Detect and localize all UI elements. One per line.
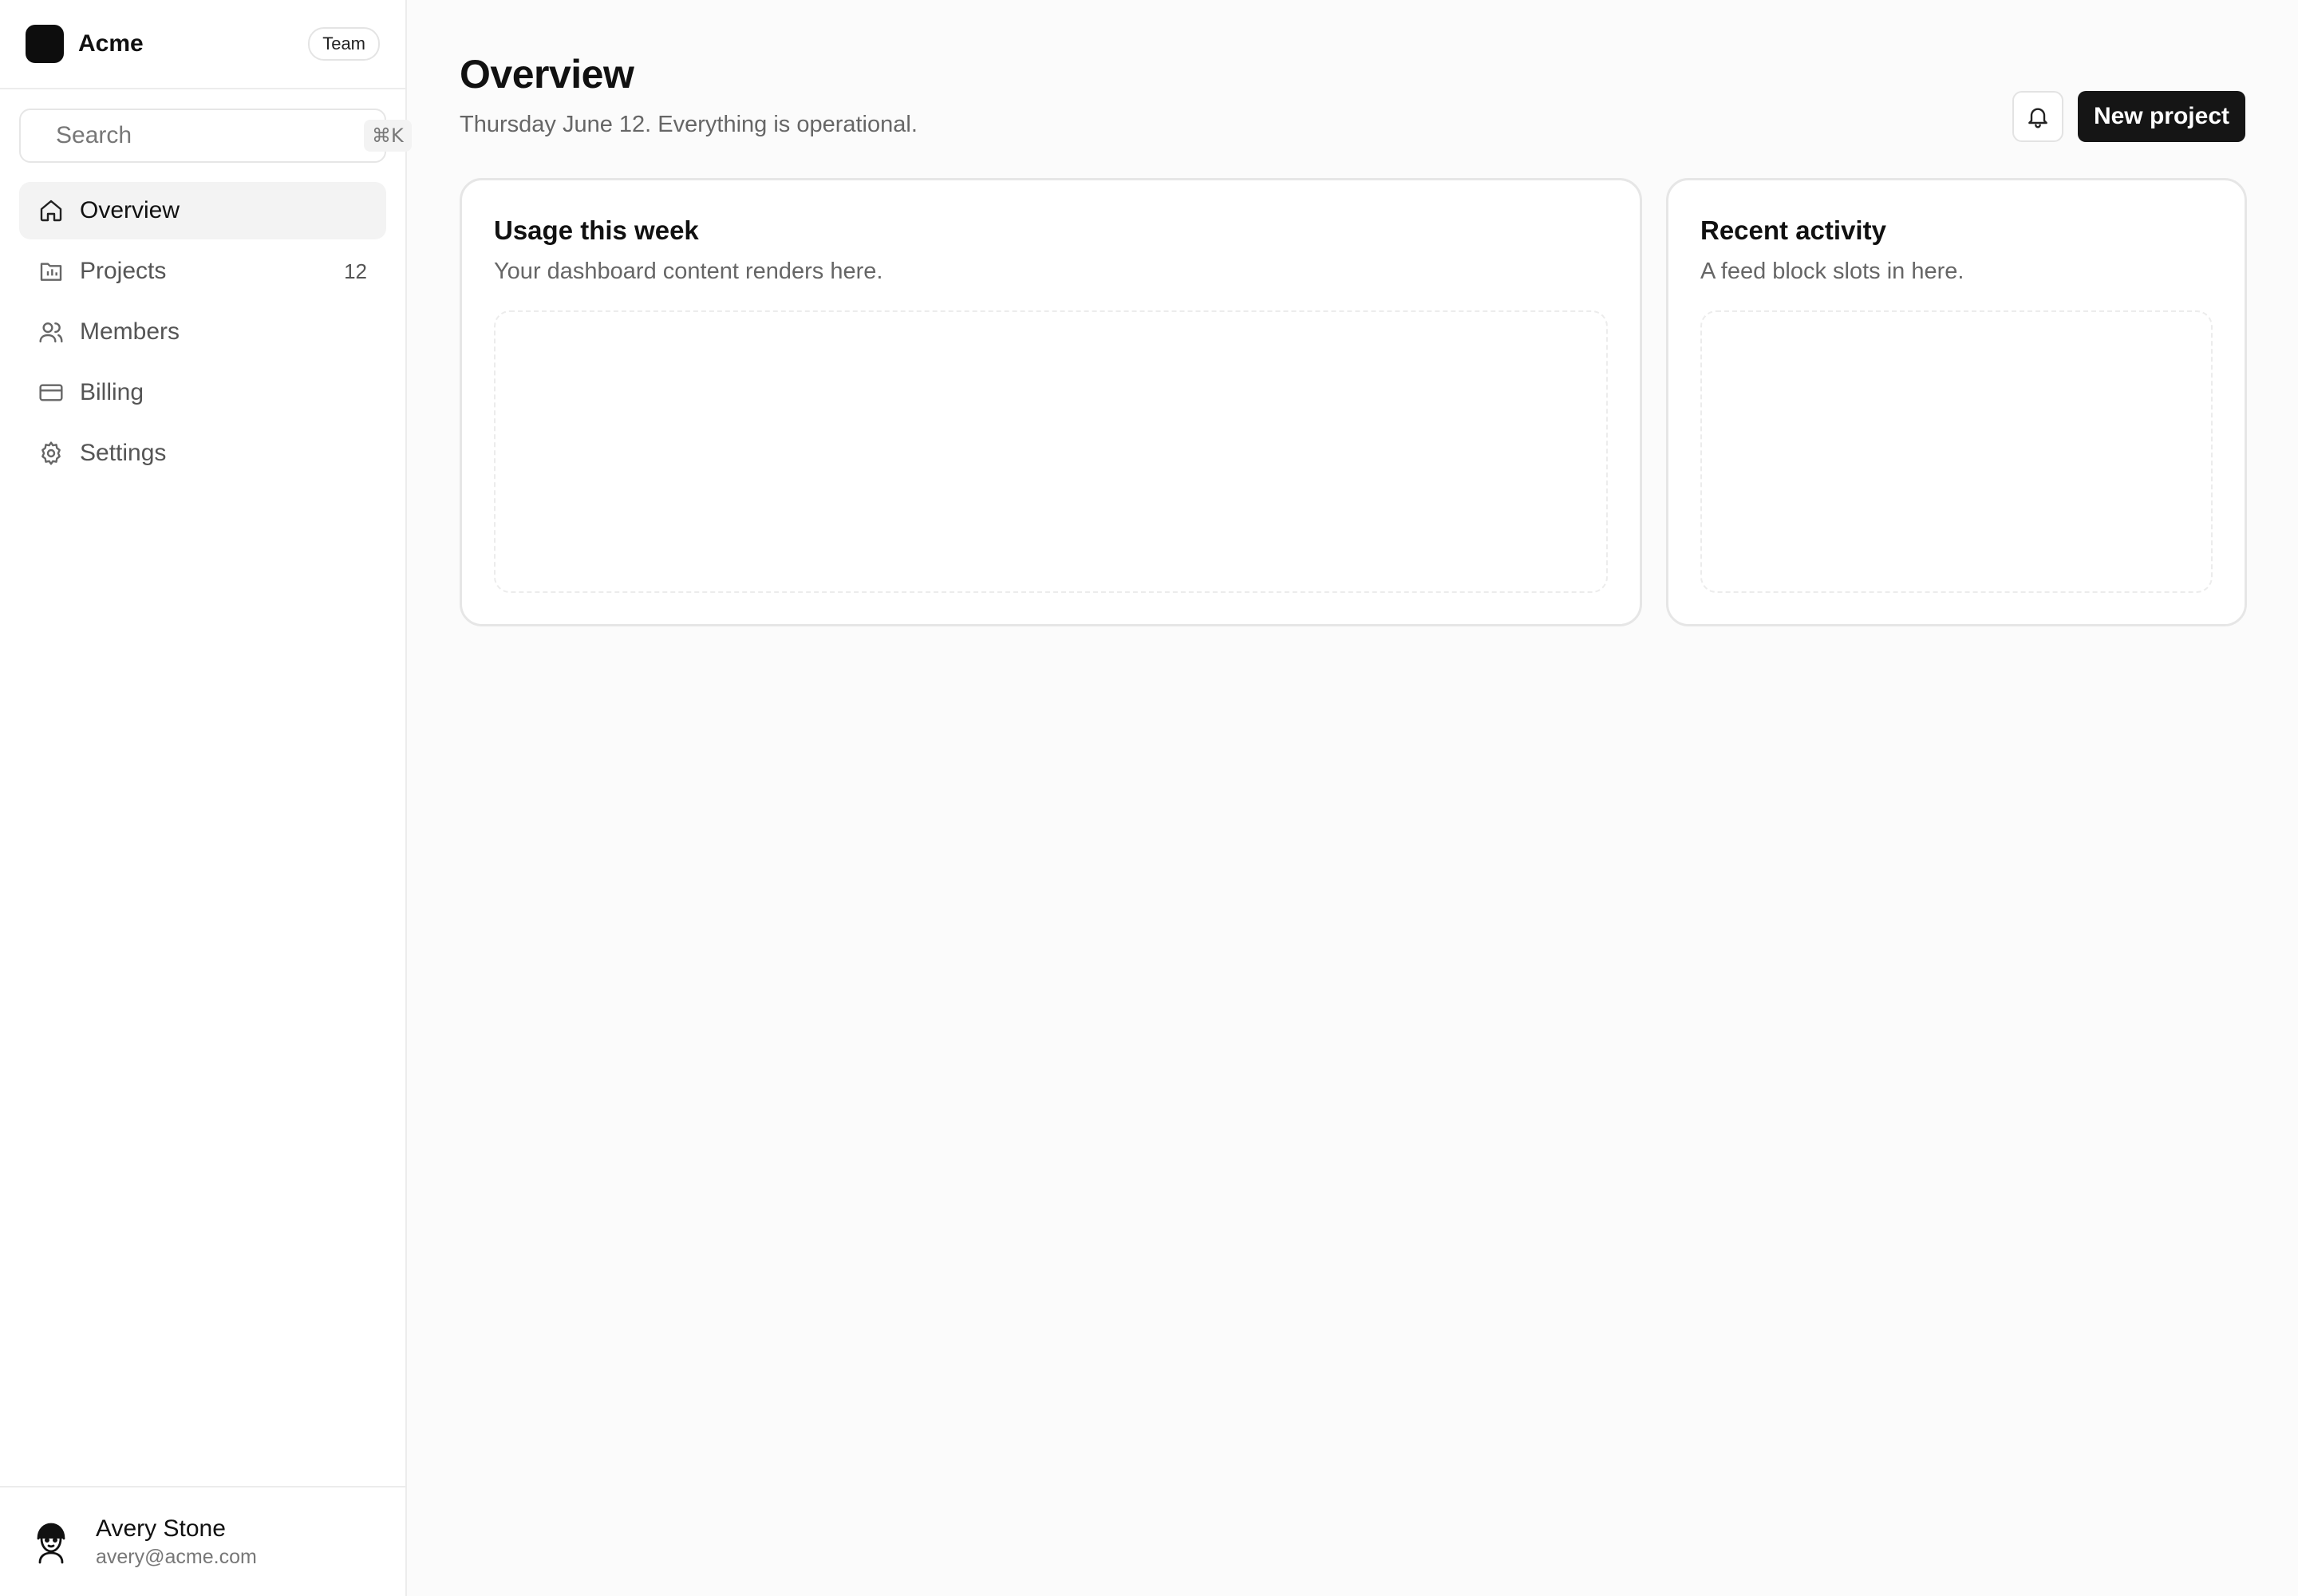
sidebar-item-label: Billing — [80, 379, 144, 405]
user-profile[interactable]: Avery Stone avery@acme.com — [0, 1486, 405, 1596]
card-grid: Usage this week Your dashboard content r… — [460, 178, 2247, 626]
search-input[interactable] — [56, 122, 364, 149]
card-subtitle: A feed block slots in here. — [1700, 259, 1964, 284]
page-title: Overview — [460, 52, 634, 97]
projects-count: 12 — [344, 259, 367, 283]
sidebar-item-label: Members — [80, 318, 180, 345]
main-content: Overview Thursday June 12. Everything is… — [407, 0, 2298, 1596]
sidebar-item-members[interactable]: Members — [19, 303, 386, 361]
sidebar: Acme Team ⌘K Overview Projects 12 — [0, 0, 412, 1596]
search-box[interactable]: ⌘K — [19, 109, 412, 163]
avatar — [37, 1523, 65, 1564]
folder-chart-icon — [40, 263, 62, 281]
users-icon — [39, 322, 63, 343]
user-email: avery@acme.com — [96, 1545, 257, 1568]
header-actions: New project — [2012, 91, 2245, 142]
user-meta: Avery Stone avery@acme.com — [96, 1515, 257, 1569]
bell-icon — [2028, 108, 2047, 128]
notifications-button[interactable] — [2012, 91, 2063, 142]
sidebar-item-label: Settings — [80, 440, 167, 466]
card-title: Recent activity — [1700, 215, 1886, 245]
plan-badge: Team — [308, 27, 380, 61]
page-subtitle: Thursday June 12. Everything is operatio… — [460, 112, 918, 137]
sidebar-item-label: Projects — [80, 258, 167, 284]
content-placeholder — [494, 310, 1608, 593]
user-name: Avery Stone — [96, 1515, 226, 1542]
home-icon — [40, 200, 62, 222]
sidebar-item-projects[interactable]: Projects 12 — [19, 243, 386, 300]
card-title: Usage this week — [494, 215, 699, 245]
sidebar-item-settings[interactable]: Settings — [19, 425, 386, 482]
workspace-switcher[interactable]: Acme Team — [0, 0, 405, 89]
sidebar-item-billing[interactable]: Billing — [19, 364, 386, 421]
brand-name: Acme — [78, 30, 144, 57]
credit-card-icon — [39, 384, 63, 401]
activity-card: Recent activity A feed block slots in he… — [1666, 178, 2247, 626]
sidebar-nav: Overview Projects 12 Members Billing Set… — [0, 182, 405, 485]
usage-card: Usage this week Your dashboard content r… — [460, 178, 1642, 626]
app-shell: Acme Team ⌘K Overview Projects 12 — [0, 0, 2298, 1596]
sidebar-item-label: Overview — [80, 197, 180, 223]
feed-placeholder — [1700, 310, 2213, 593]
card-subtitle: Your dashboard content renders here. — [494, 259, 883, 284]
brand-logo — [26, 25, 64, 63]
search-shortcut: ⌘K — [364, 120, 412, 152]
gear-icon — [41, 441, 61, 465]
sidebar-item-overview[interactable]: Overview — [19, 182, 386, 239]
new-project-button[interactable]: New project — [2077, 91, 2245, 142]
